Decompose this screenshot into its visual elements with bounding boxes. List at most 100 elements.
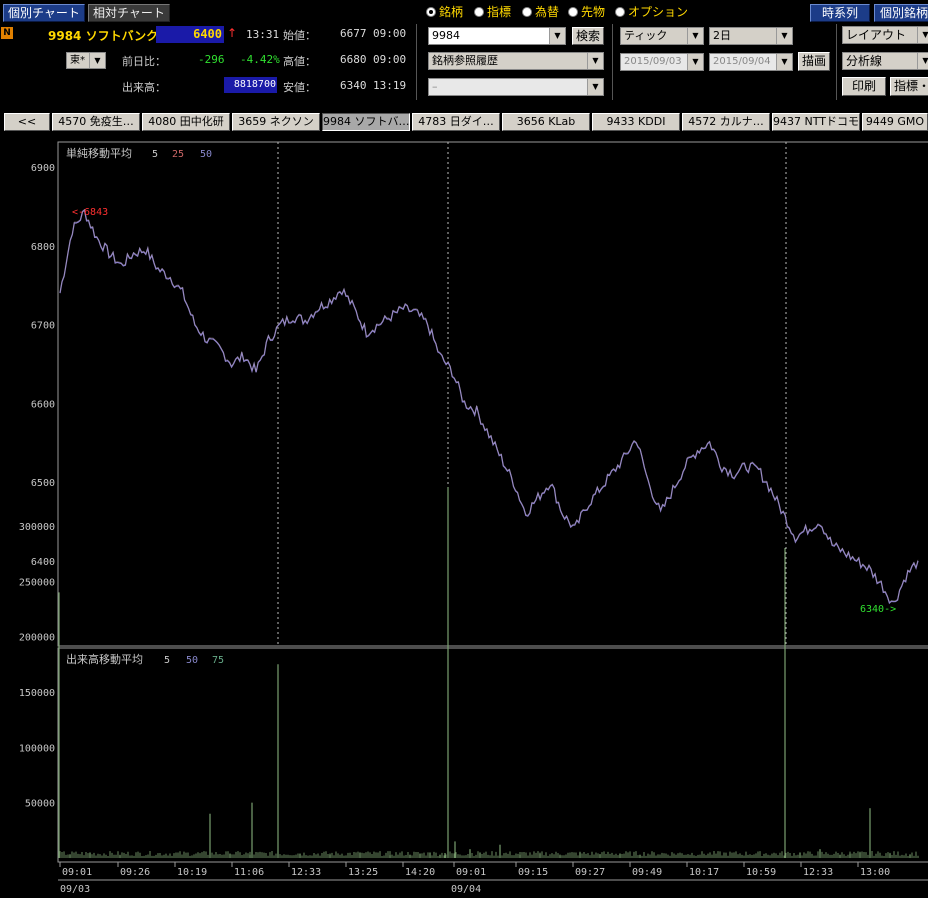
code-input[interactable]: 9984 ▼: [428, 27, 566, 45]
span-select[interactable]: 2日 ▼: [709, 27, 793, 45]
ticker-tab[interactable]: 3656 KLab: [502, 113, 590, 131]
radio-dot: [426, 7, 436, 17]
x-tick-label: 11:06: [234, 867, 264, 878]
low-label: 安値：: [283, 81, 316, 94]
ticker-tab[interactable]: 9449 GMO: [862, 113, 928, 131]
price-y-tick-label: 6500: [31, 478, 55, 489]
low-time: 13:19: [373, 79, 407, 92]
from-date-select[interactable]: 2015/09/03 ▼: [620, 53, 704, 71]
ticker-tab[interactable]: 9437 NTTドコモ: [772, 113, 860, 131]
price-line-series: [59, 209, 919, 605]
chevron-down-icon: ▼: [687, 28, 703, 44]
layout-value: レイアウト: [846, 28, 907, 42]
ticker-tab[interactable]: 4783 日ダイ…: [412, 113, 500, 131]
layout-select[interactable]: レイアウト ▼: [842, 26, 928, 44]
up-arrow-icon: ↑: [227, 26, 238, 40]
price-ma-5: 5: [152, 149, 158, 160]
radio-issue-label: 銘柄: [439, 5, 464, 19]
search-button[interactable]: 検索: [572, 27, 604, 45]
x-tick-label: 09:27: [575, 867, 605, 878]
x-tick-label: 13:25: [348, 867, 378, 878]
ticker-tab-active[interactable]: 9984 ソフトバ…: [322, 113, 410, 131]
span-value: 2日: [713, 29, 731, 42]
volume-y-tick-label: 150000: [19, 688, 55, 699]
radio-dot: [522, 7, 532, 17]
price-ma-25: 25: [172, 149, 184, 160]
radio-futures[interactable]: 先物: [568, 3, 605, 20]
price-ma-50: 50: [200, 149, 212, 160]
high-marker: <-6843: [72, 207, 108, 218]
price-y-tick-label: 6900: [31, 163, 55, 174]
volume-panel-title: 出来高移動平均: [66, 652, 143, 666]
radio-dot: [568, 7, 578, 17]
x-tick-label: 09:01: [62, 867, 92, 878]
price-volume-chart[interactable]: 6900 6800 6700 6600 6500 6400 300000 250000 200…: [0, 138, 928, 898]
open-time: 09:00: [373, 27, 407, 40]
volume-y-tick-label: 200000: [19, 633, 55, 644]
prev-change-label: 前日比：: [122, 55, 166, 68]
radio-fx[interactable]: 為替: [522, 3, 559, 20]
chevron-down-icon: ▼: [917, 27, 928, 43]
analysis-select[interactable]: 分析線 ▼: [842, 52, 928, 70]
chevron-down-icon: ▼: [917, 53, 928, 69]
to-date-select[interactable]: 2015/09/04 ▼: [709, 53, 793, 71]
current-price: 6400: [156, 26, 224, 43]
print-button[interactable]: 印刷: [842, 77, 886, 96]
radio-index[interactable]: 指標: [474, 3, 511, 20]
x-tick-label: 13:00: [860, 867, 890, 878]
price-panel-frame: [57, 141, 928, 647]
radio-dot: [615, 7, 625, 17]
header-divider: [416, 24, 417, 100]
price-y-tick-label: 6400: [31, 557, 55, 568]
low-value: 6340: [340, 79, 367, 92]
tab-individual-chart[interactable]: 個別チャート: [3, 4, 85, 22]
x-date-label: 09/03: [60, 884, 90, 895]
x-tick-label: 10:17: [689, 867, 719, 878]
tab-scroll-left[interactable]: <<: [4, 113, 50, 131]
chevron-down-icon: ▼: [587, 79, 603, 95]
radio-options[interactable]: オプション: [615, 3, 688, 20]
price-y-tick-label: 6800: [31, 242, 55, 253]
individual-issue-button[interactable]: 個別銘柄: [874, 4, 928, 22]
ticker-tab[interactable]: 9433 KDDI: [592, 113, 680, 131]
radio-index-label: 指標: [487, 5, 512, 19]
exchange-select[interactable]: 東* ▼: [66, 52, 106, 69]
volume-value: 8818700: [224, 77, 277, 93]
indicator-button[interactable]: 指標・: [890, 77, 928, 96]
chart-type-select[interactable]: ティック ▼: [620, 27, 704, 45]
header-divider: [612, 24, 613, 100]
volume-y-tick-label: 100000: [19, 743, 55, 754]
x-tick-label: 09:15: [518, 867, 548, 878]
draw-button[interactable]: 描画: [798, 52, 830, 71]
ticker-tab[interactable]: 4570 免疫生…: [52, 113, 140, 131]
chevron-down-icon: ▼: [549, 28, 565, 44]
open-value: 6677: [340, 27, 367, 40]
volume-panel-frame: [57, 647, 928, 863]
ticker-tab-bar: << 4570 免疫生… 4080 田中化研 3659 ネクソン 9984 ソフ…: [0, 113, 928, 131]
radio-issue[interactable]: 銘柄: [426, 3, 463, 20]
open-label: 始値：: [283, 29, 316, 42]
history-select[interactable]: 銘柄参照履歴 ▼: [428, 52, 604, 70]
ticker-tab[interactable]: 4572 カルナ…: [682, 113, 770, 131]
ticker-tab[interactable]: 3659 ネクソン: [232, 113, 320, 131]
exchange-value: 東*: [70, 55, 85, 66]
price-y-tick-label: 6600: [31, 399, 55, 410]
volume-ma-50: 50: [186, 655, 198, 666]
x-tick-label: 09:26: [120, 867, 150, 878]
ticker-tab[interactable]: 4080 田中化研: [142, 113, 230, 131]
prev-change-pct: -4.42%: [240, 53, 280, 66]
high-time: 09:00: [373, 53, 407, 66]
prev-change-value: -296: [198, 53, 225, 66]
sub-select[interactable]: – ▼: [428, 78, 604, 96]
price-time: 13:31: [246, 28, 280, 41]
code-value: 9984: [432, 29, 460, 42]
volume-ma-75: 75: [212, 655, 224, 666]
history-value: 銘柄参照履歴: [432, 54, 498, 67]
timeseries-button[interactable]: 時系列: [810, 4, 870, 22]
stock-code-name: 9984 ソフトバンク: [48, 29, 159, 43]
price-panel-title: 単純移動平均: [66, 146, 132, 160]
radio-fx-label: 為替: [535, 5, 560, 19]
tab-relative-chart[interactable]: 相対チャート: [88, 4, 170, 22]
x-tick-label: 12:33: [291, 867, 321, 878]
x-tick-label: 10:19: [177, 867, 207, 878]
